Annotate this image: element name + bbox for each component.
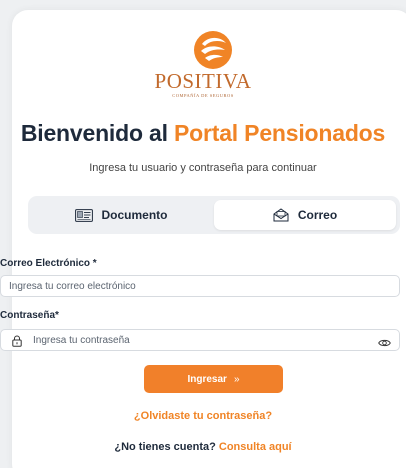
- tab-documento[interactable]: Documento: [32, 200, 210, 230]
- page-title: Bienvenido al Portal Pensionados: [0, 120, 406, 147]
- logo: POSITIVA COMPAÑÍA DE SEGUROS: [0, 0, 406, 110]
- double-chevron-right-icon: »: [233, 373, 240, 385]
- positiva-logo-icon: [194, 31, 232, 69]
- submit-label: Ingresar: [187, 373, 227, 385]
- lock-icon: [12, 334, 22, 352]
- id-card-icon: [74, 208, 93, 222]
- no-account-text: ¿No tienes cuenta?: [114, 441, 216, 453]
- eye-icon[interactable]: [378, 335, 391, 353]
- tab-correo[interactable]: Correo: [214, 200, 396, 230]
- password-field: [0, 329, 400, 351]
- email-input[interactable]: [0, 275, 400, 297]
- login-method-tabs: Documento Correo: [28, 196, 400, 234]
- forgot-password-link[interactable]: ¿Olvidaste tu contraseña?: [0, 410, 406, 422]
- tab-documento-label: Documento: [101, 208, 168, 222]
- consult-link[interactable]: Consulta aquí: [219, 441, 292, 453]
- signup-line: ¿No tienes cuenta? Consulta aquí: [0, 441, 406, 453]
- submit-button[interactable]: Ingresar »: [144, 365, 283, 393]
- title-accent: Portal Pensionados: [174, 120, 386, 146]
- logo-wordmark: POSITIVA: [154, 69, 252, 93]
- password-label: Contraseña*: [0, 310, 59, 321]
- email-label: Correo Electrónico *: [0, 258, 97, 269]
- password-input[interactable]: [33, 330, 353, 350]
- title-prefix: Bienvenido al: [20, 120, 168, 146]
- tab-correo-label: Correo: [297, 208, 338, 222]
- envelope-icon: [273, 208, 289, 222]
- logo-tagline: COMPAÑÍA DE SEGUROS: [172, 93, 234, 98]
- page-subtitle: Ingresa tu usuario y contraseña para con…: [89, 162, 317, 174]
